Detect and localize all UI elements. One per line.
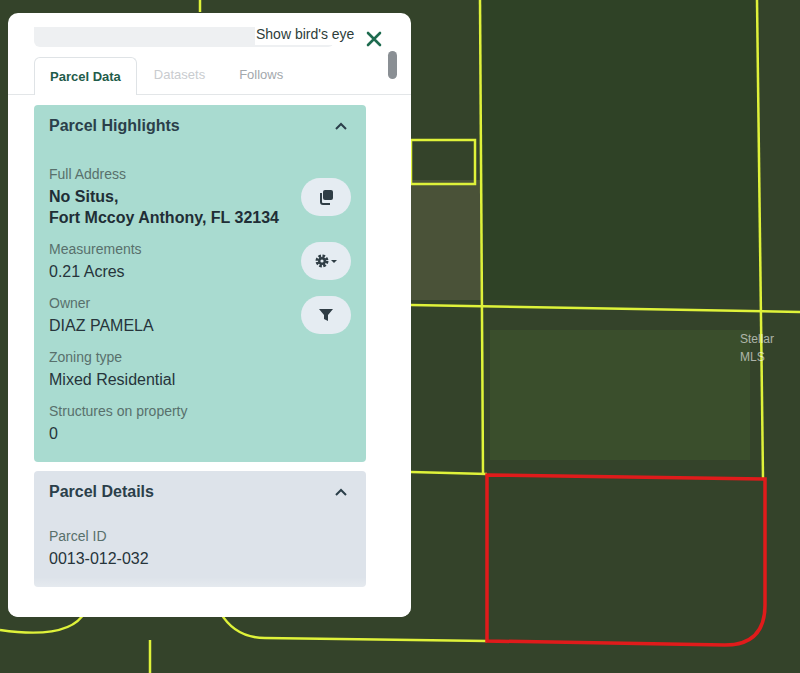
map[interactable]: Stellar MLS Show bird's eye Parcel Data D… — [0, 0, 800, 673]
field: Parcel ID 0013-012-032 — [49, 527, 149, 569]
map-watermark: Stellar MLS — [740, 330, 800, 366]
section-card: Parcel Details Parcel ID 0013-012-032 — [34, 471, 366, 587]
section-header[interactable]: Parcel Details — [49, 480, 351, 504]
tab-label: Follows — [239, 65, 283, 85]
close-icon[interactable] — [366, 31, 382, 47]
tab-bar: Parcel Data Datasets Follows — [8, 57, 411, 95]
field: Measurements 0.21 Acres — [49, 240, 142, 282]
value-line: Fort Mccoy Anthony, FL 32134 — [49, 207, 279, 228]
birds-eye-link[interactable]: Show bird's eye — [255, 24, 355, 45]
field-value: 0.21 Acres — [49, 261, 142, 282]
field-row: Structures on property 0 — [49, 402, 351, 444]
copy-button[interactable] — [301, 178, 351, 216]
field-row: Measurements 0.21 Acres — [49, 240, 351, 282]
section-card: Parcel Highlights Full Address No Situs,Fo… — [34, 105, 366, 462]
tab[interactable]: Parcel Data — [34, 57, 137, 95]
field-row: Full Address No Situs,Fort Mccoy Anthony,… — [49, 165, 351, 228]
parcel-panel: Show bird's eye Parcel Data Datasets Follo… — [8, 13, 411, 617]
field-label: Owner — [49, 294, 154, 312]
field-row: Parcel ID 0013-012-032 — [49, 527, 351, 569]
caret-icon — [334, 121, 348, 131]
field-value: DIAZ PAMELA — [49, 315, 154, 336]
field-row: Zoning type Mixed Residential — [49, 348, 351, 390]
field-value: 0013-012-032 — [49, 548, 149, 569]
tree-area — [480, 0, 760, 300]
field-label: Parcel ID — [49, 527, 149, 545]
value-line: 0013-012-032 — [49, 548, 149, 569]
field: Owner DIAZ PAMELA — [49, 294, 154, 336]
tab[interactable]: Follows — [222, 56, 300, 94]
field-label: Zoning type — [49, 348, 175, 366]
field-label: Measurements — [49, 240, 142, 258]
section-title: Parcel Details — [49, 480, 154, 504]
field-value: 0 — [49, 423, 188, 444]
field-label: Full Address — [49, 165, 279, 183]
section-title: Parcel Highlights — [49, 114, 180, 138]
tab-label: Parcel Data — [50, 67, 121, 87]
field-label: Structures on property — [49, 402, 188, 420]
value-line: No Situs, — [49, 186, 279, 207]
field-value: No Situs,Fort Mccoy Anthony, FL 32134 — [49, 186, 279, 228]
value-line: 0 — [49, 423, 188, 444]
scrollbar-thumb[interactable] — [388, 51, 397, 79]
gear-icon — [314, 253, 338, 269]
caret-icon — [334, 487, 348, 497]
tree-area — [490, 330, 750, 460]
field-list: Full Address No Situs,Fort Mccoy Anthony,… — [49, 165, 351, 444]
filter-icon — [318, 307, 334, 323]
value-line: DIAZ PAMELA — [49, 315, 154, 336]
value-line: 0.21 Acres — [49, 261, 142, 282]
field: Structures on property 0 — [49, 402, 188, 444]
section-header[interactable]: Parcel Highlights — [49, 114, 351, 138]
value-line: Mixed Residential — [49, 369, 175, 390]
field-value: Mixed Residential — [49, 369, 175, 390]
tab-label: Datasets — [154, 65, 205, 85]
fade — [8, 577, 411, 617]
tree-area — [411, 180, 481, 300]
selected-parcel[interactable] — [487, 475, 765, 645]
settings-button[interactable] — [301, 242, 351, 280]
field: Full Address No Situs,Fort Mccoy Anthony,… — [49, 165, 279, 228]
field-row: Owner DIAZ PAMELA — [49, 294, 351, 336]
filter-button[interactable] — [301, 296, 351, 334]
copy-icon — [318, 189, 334, 205]
tab: Datasets — [137, 56, 222, 94]
field: Zoning type Mixed Residential — [49, 348, 175, 390]
field-list: Parcel ID 0013-012-032 — [49, 527, 351, 569]
